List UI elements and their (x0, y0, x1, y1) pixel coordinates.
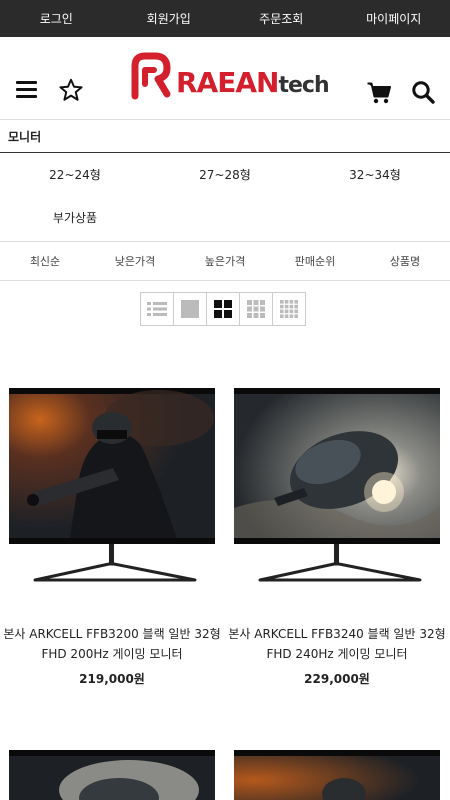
product-card[interactable] (9, 750, 215, 800)
product-image[interactable] (9, 750, 215, 800)
list-view-button[interactable] (140, 292, 174, 326)
search-icon[interactable] (411, 80, 435, 104)
product-image[interactable] (234, 750, 440, 800)
three-column-view-button[interactable] (239, 292, 273, 326)
two-column-view-button[interactable] (206, 292, 240, 326)
view-mode-toggle (140, 292, 306, 326)
product-name[interactable]: 본사 ARKCELL FFB3240 블랙 일반 32형 FHD 240Hz 게… (225, 624, 449, 664)
one-column-view-button[interactable] (173, 292, 207, 326)
list-view-icon (147, 302, 167, 316)
login-link[interactable]: 로그인 (0, 10, 113, 27)
hamburger-menu-icon[interactable] (16, 81, 37, 98)
sort-option[interactable]: 높은가격 (180, 253, 270, 269)
two-grid-icon (214, 300, 232, 318)
monitor-stand (234, 544, 440, 586)
monitor-stand (9, 544, 215, 586)
product-price: 229,000원 (304, 672, 370, 686)
order-lookup-link[interactable]: 주문조회 (225, 10, 338, 27)
product-card[interactable]: 본사 ARKCELL FFB3240 블랙 일반 32형 FHD 240Hz 게… (228, 388, 446, 687)
four-column-view-button[interactable] (272, 292, 306, 326)
category-title: 모니터 (0, 120, 450, 153)
subcategory-item[interactable]: 32~34형 (300, 153, 450, 196)
logo-main-text: RAEAN (176, 65, 279, 99)
cart-icon[interactable] (367, 82, 391, 104)
sort-option[interactable]: 판매순위 (270, 253, 360, 269)
sort-option[interactable]: 상품명 (360, 253, 450, 269)
top-bar: 로그인 회원가입 주문조회 마이페이지 (0, 0, 450, 37)
product-card[interactable]: 본사 ARKCELL FFB3200 블랙 일반 32형 FHD 200Hz 게… (3, 388, 221, 687)
subcategory-list: 22~24형 27~28형 32~34형 부가상품 (0, 153, 450, 239)
logo-mark (131, 52, 171, 100)
product-image[interactable] (9, 388, 215, 544)
four-grid-icon (280, 300, 298, 318)
sort-bar: 최신순 낮은가격 높은가격 판매순위 상품명 (0, 241, 450, 281)
mypage-link[interactable]: 마이페이지 (338, 10, 450, 27)
join-link[interactable]: 회원가입 (113, 10, 226, 27)
single-grid-icon (181, 300, 199, 318)
logo-sub-text: tech (278, 72, 329, 98)
site-header: RAEAN tech (0, 37, 450, 120)
subcategory-item[interactable]: 부가상품 (0, 196, 150, 239)
product-image[interactable] (234, 388, 440, 544)
subcategory-item[interactable]: 22~24형 (0, 153, 150, 196)
three-grid-icon (247, 300, 265, 318)
sort-option[interactable]: 최신순 (0, 253, 90, 269)
product-price: 219,000원 (79, 672, 145, 686)
product-name[interactable]: 본사 ARKCELL FFB3200 블랙 일반 32형 FHD 200Hz 게… (0, 624, 224, 664)
sort-option[interactable]: 낮은가격 (90, 253, 180, 269)
star-icon[interactable] (58, 77, 84, 103)
product-card[interactable] (234, 750, 440, 800)
subcategory-item[interactable]: 27~28형 (150, 153, 300, 196)
site-logo[interactable]: RAEAN tech (123, 49, 330, 105)
